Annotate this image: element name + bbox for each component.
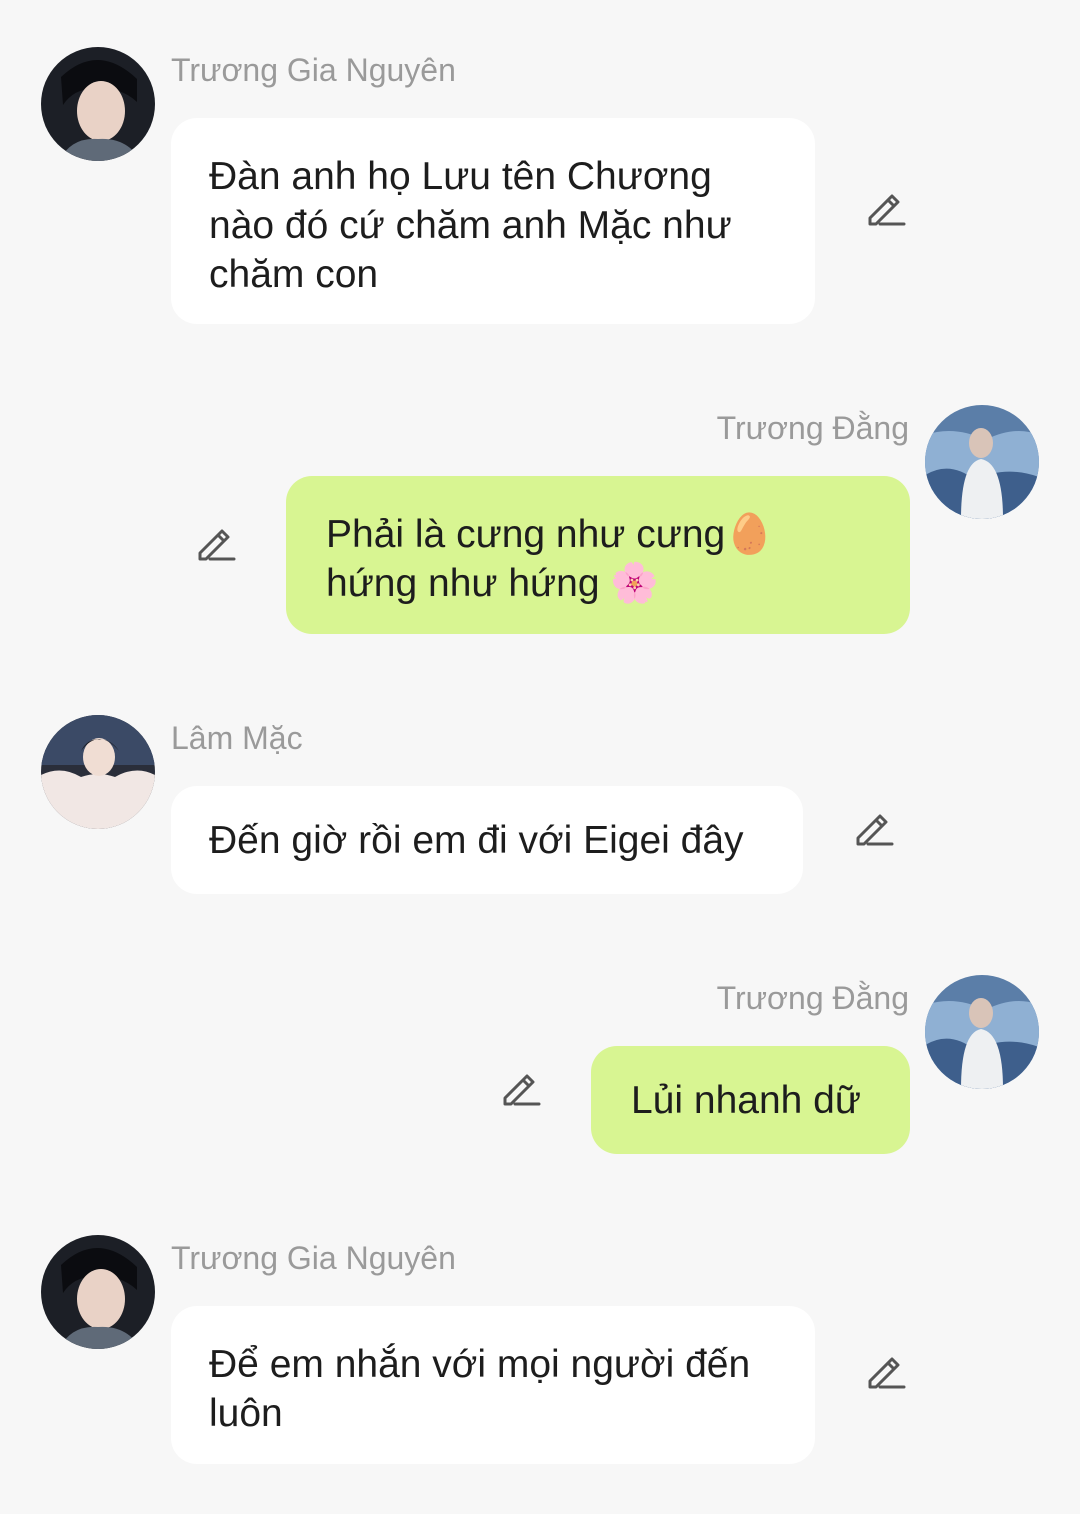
sender-name: Trương Gia Nguyên	[171, 1240, 456, 1276]
sender-name: Trương Gia Nguyên	[171, 52, 456, 88]
pencil-edit-icon[interactable]	[864, 186, 908, 230]
pencil-edit-icon[interactable]	[852, 806, 896, 850]
pencil-edit-icon[interactable]	[499, 1066, 543, 1110]
avatar-lam-mac[interactable]	[41, 715, 155, 829]
message-text: Đàn anh họ Lưu tên Chương	[209, 155, 712, 198]
message-text: Phải là cưng như cưng🥚	[326, 513, 774, 556]
sender-name: Trương Đằng	[716, 410, 909, 446]
message-text: hứng như hứng 🌸	[326, 562, 659, 605]
message-bubble[interactable]: Để em nhắn với mọi người đến luôn	[171, 1306, 815, 1464]
message-text: Đến giờ rồi em đi với Eigei đây	[209, 819, 744, 862]
avatar-truong-dang[interactable]	[925, 975, 1039, 1089]
message-bubble[interactable]: Lủi nhanh dữ	[591, 1046, 910, 1154]
sender-name: Trương Đằng	[716, 980, 909, 1016]
message-text: chăm con	[209, 253, 379, 296]
message-text: luôn	[209, 1392, 283, 1435]
message-text: nào đó cứ chăm anh Mặc như	[209, 204, 732, 247]
message-bubble[interactable]: Đến giờ rồi em đi với Eigei đây	[171, 786, 803, 894]
message-bubble[interactable]: Đàn anh họ Lưu tên Chương nào đó cứ chăm…	[171, 118, 815, 324]
avatar-truong-gia-nguyen[interactable]	[41, 1235, 155, 1349]
avatar-truong-gia-nguyen[interactable]	[41, 47, 155, 161]
message-text: Lủi nhanh dữ	[631, 1079, 861, 1122]
sender-name: Lâm Mặc	[171, 720, 303, 756]
pencil-edit-icon[interactable]	[864, 1349, 908, 1393]
pencil-edit-icon[interactable]	[194, 521, 238, 565]
avatar-truong-dang[interactable]	[925, 405, 1039, 519]
message-text: Để em nhắn với mọi người đến	[209, 1343, 751, 1386]
message-bubble[interactable]: Phải là cưng như cưng🥚 hứng như hứng 🌸	[286, 476, 910, 634]
